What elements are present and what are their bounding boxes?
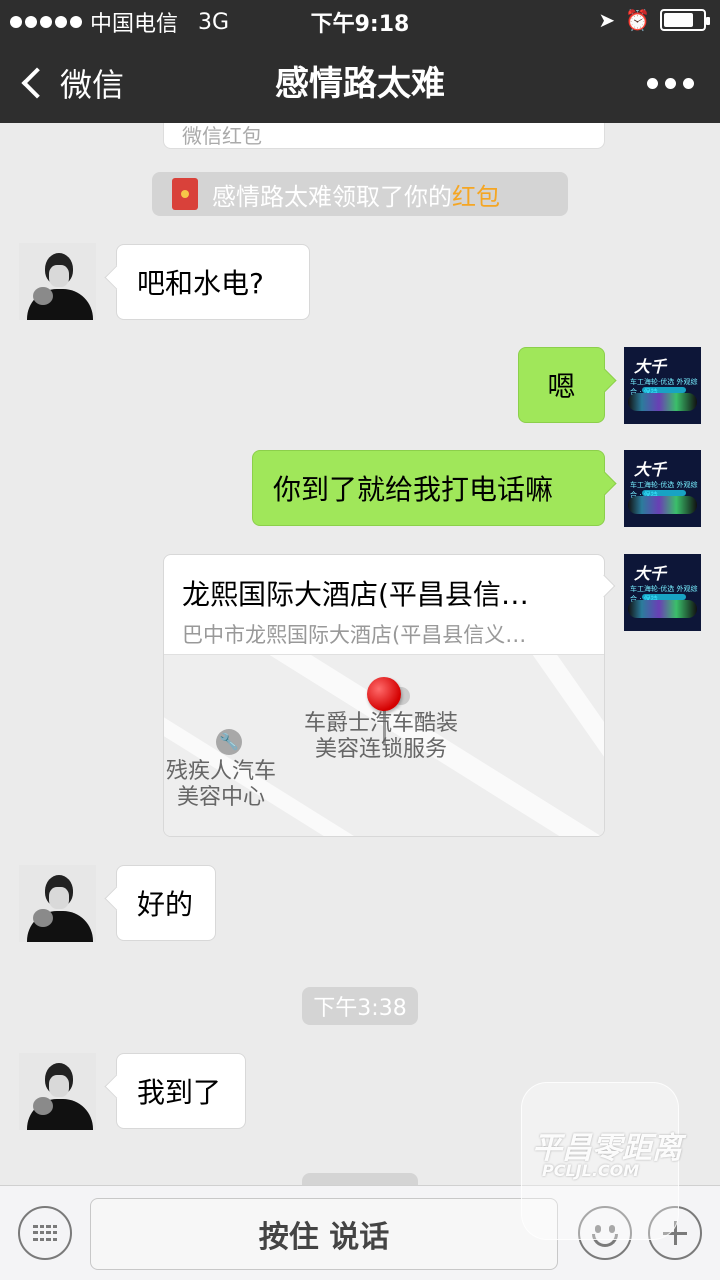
red-envelope-icon — [172, 178, 198, 210]
map-pin-icon — [367, 677, 401, 711]
map-poi-label: 车爵士汽车酷装 美容连锁服务 — [304, 711, 459, 762]
location-title: 龙熙国际大酒店(平昌县信… — [182, 578, 529, 611]
hold-to-talk-button[interactable]: 按住 说话 — [90, 1198, 558, 1270]
contact-avatar[interactable] — [19, 865, 96, 942]
status-bar: 中国电信 3G 下午9:18 ➤ ⏰ — [0, 0, 720, 40]
time-divider-partial — [302, 1173, 418, 1185]
message-bubble-incoming[interactable]: 好的 — [116, 865, 216, 941]
message-bubble-outgoing[interactable]: 你到了就给我打电话嘛 — [252, 450, 605, 526]
location-map[interactable]: 车爵士汽车酷装 美容连锁服务 🔧 残疾人汽车 美容中心 — [164, 654, 604, 836]
location-message-card[interactable]: 龙熙国际大酒店(平昌县信… 巴中市龙熙国际大酒店(平昌县信义… 车爵士汽车酷装 … — [163, 554, 605, 837]
more-options-icon[interactable] — [647, 78, 694, 89]
message-bubble-incoming[interactable]: 吧和水电? — [116, 244, 310, 320]
message-bubble-incoming[interactable]: 我到了 — [116, 1053, 246, 1129]
status-right: ➤ ⏰ — [598, 8, 710, 32]
my-avatar[interactable]: 大千 车工海轮·优选 外观综合 · 保持 — [624, 554, 701, 631]
contact-avatar[interactable] — [19, 243, 96, 320]
keyboard-icon — [33, 1225, 57, 1242]
battery-icon — [660, 9, 710, 31]
hongbao-link[interactable]: 红包 — [452, 183, 500, 211]
location-arrow-icon: ➤ — [598, 8, 616, 32]
chat-title: 感情路太难 — [275, 64, 445, 104]
hongbao-notice-text: 感情路太难领取了你的 — [212, 182, 452, 211]
message-bubble-outgoing[interactable]: 嗯 — [518, 347, 605, 423]
previous-hongbao-card[interactable]: 微信红包 — [163, 123, 605, 149]
nav-bar: 微信 感情路太难 — [0, 40, 720, 123]
keyboard-toggle-button[interactable] — [18, 1206, 72, 1260]
chat-area[interactable]: 微信红包 感情路太难领取了你的红包 吧和水电? 嗯 大千 车工海轮·优选 外观综… — [0, 123, 720, 1185]
time-divider: 下午3:38 — [302, 987, 418, 1025]
contact-avatar[interactable] — [19, 1053, 96, 1130]
map-poi-label: 残疾人汽车 美容中心 — [166, 759, 277, 810]
watermark-logo: 平昌零距离 PCLJL.COM — [521, 1082, 682, 1240]
hongbao-card-label: 微信红包 — [182, 124, 262, 148]
location-address: 巴中市龙熙国际大酒店(平昌县信义… — [182, 623, 527, 647]
my-avatar[interactable]: 大千 车工海轮·优选 外观综合 · 保持 — [624, 450, 701, 527]
my-avatar[interactable]: 大千 车工海轮·优选 外观综合 · 保持 — [624, 347, 701, 424]
wrench-icon: 🔧 — [216, 729, 242, 755]
hongbao-notice: 感情路太难领取了你的红包 — [152, 172, 568, 216]
alarm-icon: ⏰ — [625, 8, 650, 32]
